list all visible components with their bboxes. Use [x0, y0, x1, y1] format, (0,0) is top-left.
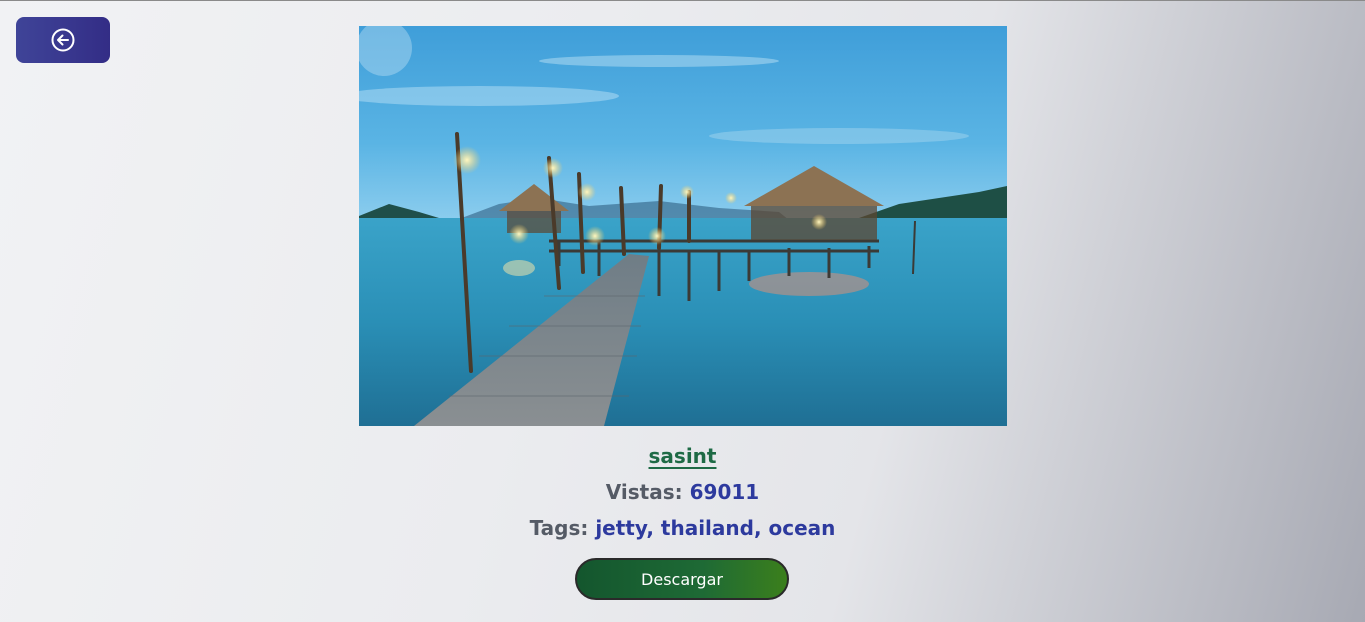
- download-button[interactable]: Descargar: [575, 558, 789, 600]
- arrow-left-circle-icon: [50, 27, 76, 53]
- author-link[interactable]: sasint: [649, 444, 717, 468]
- views-value: 69011: [689, 480, 760, 504]
- views-label: Vistas:: [605, 480, 683, 504]
- tags-label: Tags:: [529, 516, 589, 540]
- views-line: Vistas: 69011: [0, 480, 1365, 504]
- tags-line: Tags: jetty, thailand, ocean: [0, 516, 1365, 540]
- jetty-photo: [359, 26, 1007, 426]
- author-line: sasint: [0, 444, 1365, 468]
- download-label: Descargar: [641, 569, 723, 589]
- tags-value: jetty, thailand, ocean: [595, 516, 836, 540]
- back-button[interactable]: [16, 17, 110, 63]
